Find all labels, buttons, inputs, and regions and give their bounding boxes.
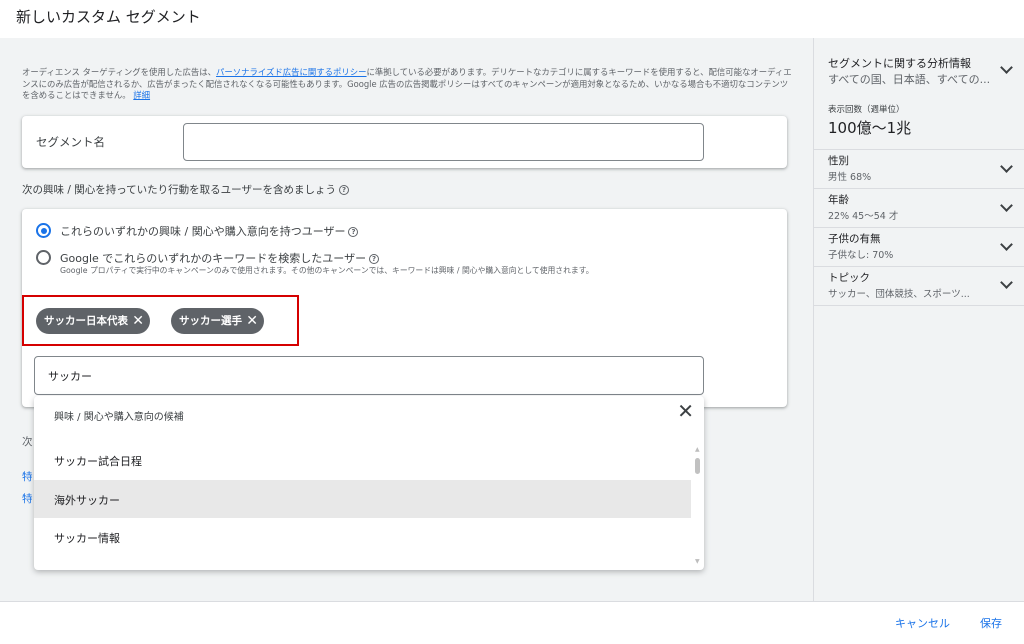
close-icon[interactable]: ✕: [677, 401, 694, 421]
divider: [814, 266, 1024, 267]
radio-search-label: Google でこれらのいずれかのキーワードを検索したユーザー: [60, 252, 367, 265]
section-value: 男性 68%: [828, 172, 872, 183]
chevron-down-icon[interactable]: [1000, 240, 1012, 252]
radio-unselected-icon[interactable]: [36, 250, 51, 265]
suggestion-item[interactable]: サッカー試合日程: [34, 441, 691, 479]
insights-subtitle: すべての国、日本語、すべての...: [828, 73, 991, 86]
scroll-down-icon[interactable]: ▼: [695, 558, 700, 565]
background-link[interactable]: 特: [22, 491, 33, 506]
section-value: 22% 45〜54 才: [828, 211, 899, 222]
notice-prefix: オーディエンス ターゲティングを使用した広告は、: [22, 67, 217, 77]
background-link[interactable]: 特: [22, 469, 33, 484]
keyword-input[interactable]: サッカー: [34, 356, 704, 395]
radio-interests-label: これらのいずれかの興味 / 関心や購入意向を持つユーザー: [60, 225, 346, 238]
chevron-down-icon[interactable]: [1000, 162, 1012, 174]
chevron-down-icon[interactable]: [1000, 278, 1012, 290]
help-icon[interactable]: ?: [338, 185, 349, 195]
chip-remove-icon[interactable]: ✕: [132, 308, 144, 334]
divider: [814, 188, 1024, 189]
save-button[interactable]: 保存: [980, 615, 1002, 631]
impressions-value: 100億〜1兆: [828, 119, 912, 137]
insights-panel: セグメントに関する分析情報 すべての国、日本語、すべての... 表示回数（週単位…: [813, 38, 1024, 601]
chip-keyword[interactable]: サッカー日本代表 ✕: [36, 308, 150, 334]
help-icon[interactable]: ?: [348, 227, 359, 237]
policy-notice: オーディエンス ターゲティングを使用した広告は、パーソナライズド広告に関するポリ…: [22, 67, 792, 102]
learn-more-link[interactable]: 詳細: [133, 90, 150, 100]
impressions-label: 表示回数（週単位）: [828, 105, 905, 115]
policy-link[interactable]: パーソナライズド広告に関するポリシー: [216, 67, 367, 77]
scroll-up-icon[interactable]: ▲: [695, 446, 700, 453]
divider: [814, 227, 1024, 228]
chip-keyword[interactable]: サッカー選手 ✕: [171, 308, 264, 334]
suggestions-dropdown: 興味 / 関心や購入意向の候補 ✕ サッカー試合日程 海外サッカー サッカー情報…: [34, 396, 704, 570]
section-value: サッカー、団体競技、スポーツ...: [828, 289, 970, 300]
segment-name-input[interactable]: [183, 123, 704, 161]
divider: [814, 149, 1024, 150]
dropdown-header: 興味 / 関心や購入意向の候補: [54, 412, 184, 423]
cancel-button[interactable]: キャンセル: [895, 615, 950, 631]
page-title: 新しいカスタム セグメント: [16, 8, 201, 26]
segment-criteria-card: これらのいずれかの興味 / 関心や購入意向を持つユーザー? Google でこれ…: [22, 209, 787, 407]
radio-selected-icon[interactable]: [36, 223, 51, 238]
section-value: 子供なし: 70%: [828, 250, 894, 261]
scrollbar[interactable]: ▲ ▼: [694, 446, 702, 566]
chip-label: サッカー日本代表: [44, 315, 128, 327]
include-title-text: 次の興味 / 関心を持っていたり行動を取るユーザーを含めましょう: [22, 184, 336, 196]
divider: [814, 305, 1024, 306]
radio-search-description: Google プロパティで実行中のキャンペーンのみで使用されます。その他のキャン…: [60, 266, 594, 275]
section-title: 性別: [828, 155, 849, 167]
footer: キャンセル 保存: [0, 601, 1024, 644]
suggestion-item[interactable]: サッカー情報: [34, 518, 691, 556]
section-title: 年齢: [828, 194, 849, 206]
suggestion-item[interactable]: 海外サッカー: [34, 480, 691, 518]
highlight-box: サッカー日本代表 ✕ サッカー選手 ✕: [22, 295, 299, 346]
chevron-down-icon[interactable]: [1000, 63, 1012, 75]
segment-name-label: セグメント名: [36, 135, 105, 149]
insights-title: セグメントに関する分析情報: [828, 57, 971, 70]
chevron-down-icon[interactable]: [1000, 201, 1012, 213]
background-text: 次: [22, 436, 33, 448]
segment-name-card: セグメント名: [22, 116, 787, 168]
chip-remove-icon[interactable]: ✕: [246, 308, 258, 334]
chip-label: サッカー選手: [179, 315, 242, 327]
help-icon[interactable]: ?: [369, 254, 380, 264]
section-title: トピック: [828, 272, 870, 284]
scroll-thumb[interactable]: [695, 458, 700, 474]
include-title: 次の興味 / 関心を持っていたり行動を取るユーザーを含めましょう?: [22, 182, 349, 197]
section-title: 子供の有無: [828, 233, 881, 245]
title-bar: 新しいカスタム セグメント: [0, 0, 1024, 38]
